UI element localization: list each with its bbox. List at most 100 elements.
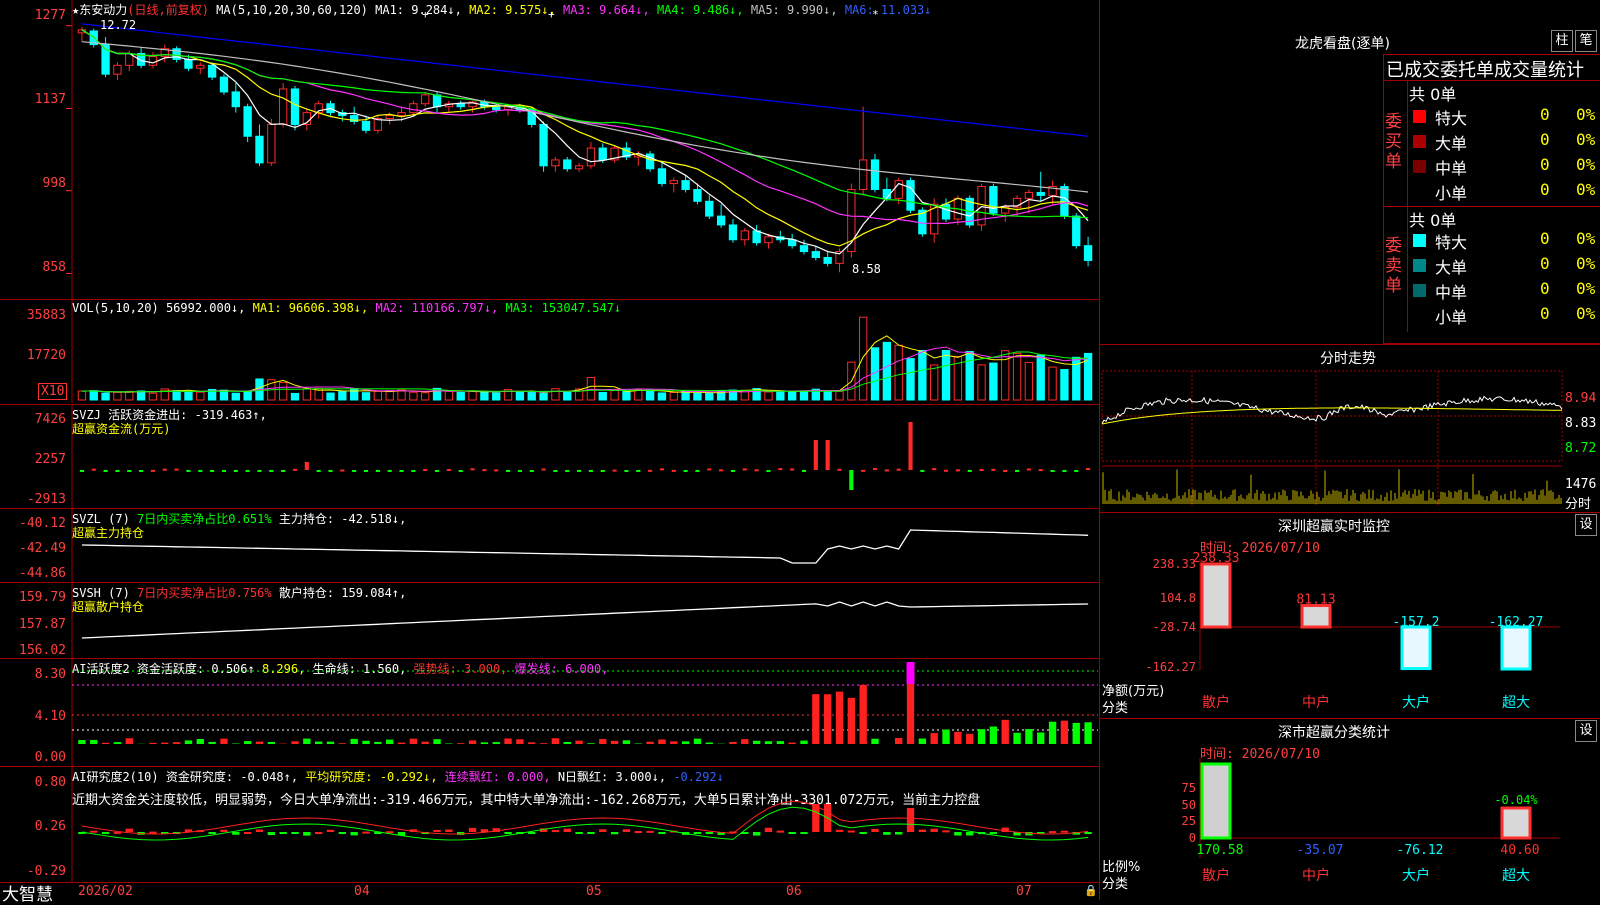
volume-bar	[185, 391, 192, 400]
volume-bar	[303, 389, 310, 400]
research-bar	[800, 832, 807, 834]
activity-bar	[931, 733, 938, 744]
svzl-chart[interactable]	[0, 508, 1100, 582]
sell-swatch-2	[1413, 284, 1426, 297]
candle-body	[493, 107, 500, 110]
activity-bar	[220, 739, 227, 744]
volume-bar	[564, 392, 571, 400]
lock-icon[interactable]: 🔒	[1084, 884, 1098, 897]
sell-row-count: 0	[1540, 304, 1550, 323]
activity-bar	[587, 743, 594, 744]
volume-bar	[410, 392, 417, 400]
sell-row-label: 小单	[1435, 304, 1467, 328]
tick-mode-button[interactable]: 笔	[1575, 30, 1597, 52]
price-chart[interactable]: ++*	[0, 0, 1100, 300]
activity-bar	[208, 742, 215, 744]
research-bar	[954, 832, 961, 836]
candle-body	[291, 89, 298, 124]
event-marker: +	[422, 8, 429, 21]
volume-chart[interactable]	[0, 300, 1100, 403]
flow-bar	[1062, 470, 1066, 472]
flow-bar	[234, 470, 238, 472]
flow-bar	[766, 470, 770, 472]
flow-bar	[376, 470, 380, 472]
activity-bar	[895, 738, 902, 744]
buy-row-count: 0	[1540, 180, 1550, 199]
activity-bar	[694, 739, 701, 744]
research-bar	[268, 832, 275, 835]
date-axis	[0, 882, 1100, 901]
candle-body	[362, 121, 369, 130]
research-bar	[907, 808, 914, 832]
flow-bar	[281, 470, 285, 472]
flow-bar	[1074, 470, 1078, 472]
volume-bar	[90, 391, 97, 400]
stats-bar-super	[1502, 808, 1530, 838]
intraday-chart[interactable]	[1100, 344, 1600, 512]
flow-bar	[577, 470, 581, 472]
volume-bar	[919, 351, 926, 401]
research-bar	[315, 832, 322, 834]
volume-bar	[978, 365, 985, 400]
research-bar	[611, 832, 618, 834]
flow-bar	[861, 470, 865, 472]
volume-bar	[173, 391, 180, 400]
flow-bar	[707, 468, 711, 470]
candle-body	[694, 189, 701, 201]
candle-body	[244, 107, 251, 137]
activity-bar	[848, 698, 855, 744]
monitor-axis-label: -28.74	[1153, 620, 1196, 634]
volume-bar	[670, 392, 677, 400]
flow-bar	[175, 469, 179, 471]
activity-bar	[777, 741, 784, 744]
volume-bar	[516, 392, 523, 400]
activity-bar	[291, 741, 298, 744]
sell-row-pct: 0%	[1576, 279, 1595, 298]
activity-bar	[433, 739, 440, 744]
candle-body	[658, 169, 665, 184]
flow-bar	[506, 470, 510, 472]
activity-bar	[1084, 722, 1091, 744]
ai1-chart[interactable]	[0, 658, 1100, 766]
monitor-chart[interactable]: 238.33104.8-28.74-162.27238.33散户81.13中户-…	[1100, 512, 1600, 718]
activity-bar	[504, 738, 511, 744]
flow-bar	[541, 468, 545, 470]
volume-bar	[137, 391, 144, 400]
flow-bar	[364, 470, 368, 472]
bar-mode-button[interactable]: 柱	[1551, 30, 1573, 52]
flow-bar	[837, 469, 841, 471]
research-bar	[623, 829, 630, 832]
flow-bar	[388, 470, 392, 472]
flow-bar	[1050, 470, 1054, 472]
activity-bar	[1061, 721, 1068, 744]
candle-body	[812, 252, 819, 258]
research-bar	[765, 828, 772, 832]
candle-body	[185, 59, 192, 68]
flow-bar	[317, 470, 321, 472]
volume-bar	[351, 389, 358, 400]
stats-axis-label: 25	[1182, 814, 1196, 828]
ai2-chart[interactable]	[0, 766, 1100, 882]
svsh-chart[interactable]	[0, 582, 1100, 658]
sell-divider	[1407, 206, 1408, 332]
activity-bar	[599, 739, 606, 744]
buy-row-count: 0	[1540, 130, 1550, 149]
activity-bar	[706, 743, 713, 744]
activity-bar	[942, 730, 949, 744]
event-marker: +	[548, 8, 555, 21]
research-bar	[658, 832, 665, 834]
activity-bar	[564, 742, 571, 744]
volume-bar	[386, 391, 393, 400]
candle-body	[552, 160, 559, 166]
research-bar	[788, 832, 795, 834]
svzj-chart[interactable]	[0, 404, 1100, 508]
candle-body	[564, 160, 571, 169]
intraday-vol-unit: 分时	[1565, 493, 1591, 512]
activity-bar	[741, 739, 748, 744]
retail-line	[82, 602, 1088, 638]
stats-chart[interactable]: 7550250-0.04%170.58散户-35.07中户-76.12大户40.…	[1100, 718, 1600, 900]
volume-bar	[1025, 362, 1032, 400]
volume-bar	[197, 392, 204, 400]
volume-bar	[1002, 351, 1009, 400]
candle-body	[765, 237, 772, 243]
